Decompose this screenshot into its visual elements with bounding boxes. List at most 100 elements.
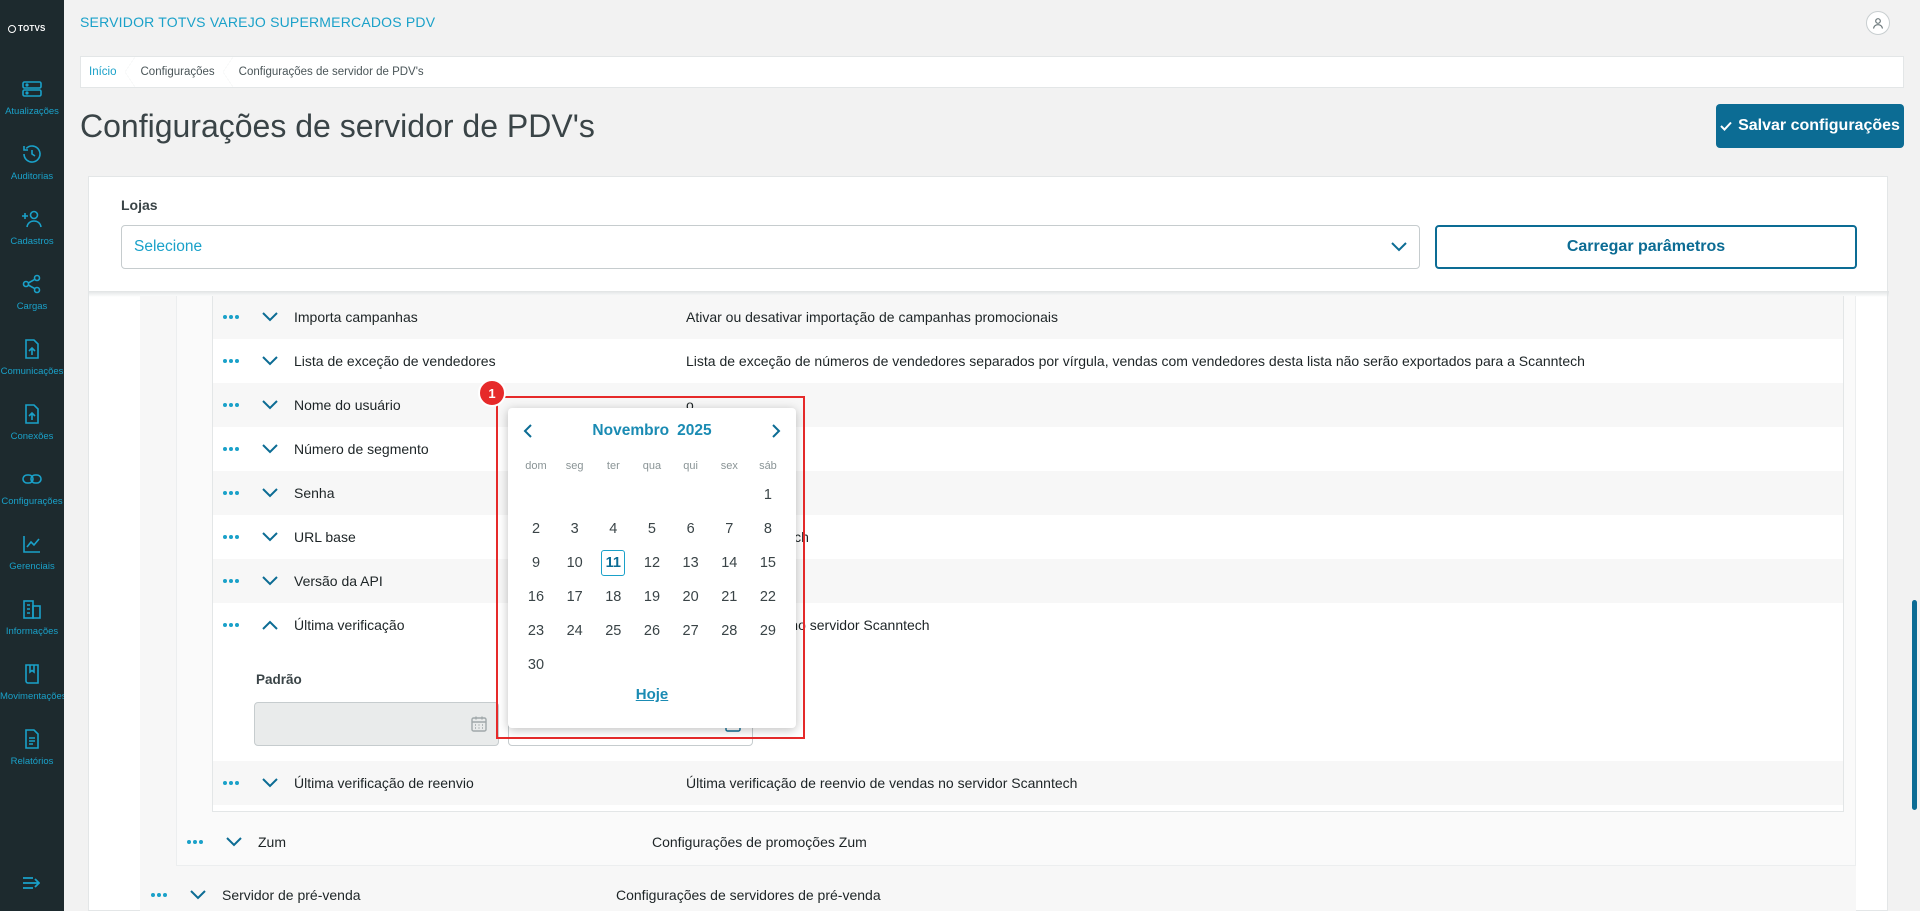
sidebar-item-label: Configurações xyxy=(1,496,63,507)
collapse-menu-icon[interactable] xyxy=(22,876,40,890)
sidebar-item-4[interactable]: Comunicações xyxy=(0,328,64,392)
lojas-select[interactable]: Selecione xyxy=(121,225,1420,269)
calendar-day[interactable]: 15 xyxy=(750,546,786,580)
more-actions-icon[interactable] xyxy=(222,780,262,786)
chevron-down-icon[interactable] xyxy=(262,400,282,410)
sidebar-item-1[interactable]: Auditorias xyxy=(0,133,64,197)
group-description: Configurações de servidores de pré-venda xyxy=(616,887,881,903)
calendar-day[interactable]: 12 xyxy=(634,546,670,580)
calendar-day[interactable]: 19 xyxy=(634,580,670,614)
parameter-name: Lista de exceção de vendedores xyxy=(294,353,496,369)
book-icon xyxy=(21,663,43,685)
calendar-day[interactable]: 29 xyxy=(750,614,786,648)
calendar-day[interactable]: 8 xyxy=(750,512,786,546)
calendar-day[interactable]: 10 xyxy=(557,546,593,580)
calendar-day-today[interactable]: 11 xyxy=(595,546,631,580)
chevron-right-icon[interactable] xyxy=(770,423,782,439)
calendar-day[interactable]: 13 xyxy=(673,546,709,580)
more-actions-icon[interactable] xyxy=(222,534,262,540)
more-actions-icon[interactable] xyxy=(222,490,262,496)
calendar-day[interactable]: 23 xyxy=(518,614,554,648)
weekday-label: sáb xyxy=(759,460,777,472)
chevron-down-icon[interactable] xyxy=(190,890,210,900)
calendar-day[interactable]: 3 xyxy=(557,512,593,546)
check-icon xyxy=(1720,121,1732,131)
chevron-down-icon[interactable] xyxy=(262,576,282,586)
calendar-day[interactable]: 18 xyxy=(595,580,631,614)
breadcrumb-configuracoes[interactable]: Configurações xyxy=(133,57,233,87)
calendar-month[interactable]: Novembro xyxy=(592,422,669,440)
weekday-label: seg xyxy=(565,460,584,472)
save-button[interactable]: Salvar configurações xyxy=(1716,104,1904,148)
calendar-day[interactable]: 4 xyxy=(595,512,631,546)
chevron-down-icon[interactable] xyxy=(262,444,282,454)
calendar-month-year[interactable]: Novembro 2025 xyxy=(592,422,711,440)
calendar-day[interactable]: 1 xyxy=(750,478,786,512)
chevron-left-icon[interactable] xyxy=(522,423,534,439)
weekday-label: qui xyxy=(683,460,698,472)
more-actions-icon[interactable] xyxy=(222,578,262,584)
sidebar-item-6[interactable]: Configurações xyxy=(0,458,64,522)
sidebar-item-label: Auditorias xyxy=(10,171,54,182)
sidebar-item-2[interactable]: Cadastros xyxy=(0,198,64,262)
sidebar-item-label: Cargas xyxy=(16,301,48,312)
more-actions-icon[interactable] xyxy=(150,892,190,898)
calendar-day[interactable]: 14 xyxy=(711,546,747,580)
more-actions-icon[interactable] xyxy=(222,314,262,320)
weekday-label: dom xyxy=(525,460,547,472)
more-actions-icon[interactable] xyxy=(222,358,262,364)
user-icon[interactable] xyxy=(1866,11,1890,35)
calendar-grid: dom seg ter qua qui sex sáb 1 2 3 4 5 6 7 8 9 10 11 12 13 14… xyxy=(518,460,786,682)
calendar-day[interactable]: 6 xyxy=(673,512,709,546)
calendar-year[interactable]: 2025 xyxy=(677,422,711,440)
calendar-day[interactable]: 30 xyxy=(518,648,554,682)
sidebar-item-7[interactable]: Gerenciais xyxy=(0,523,64,587)
link-icon xyxy=(21,468,43,490)
calendar-day[interactable]: 25 xyxy=(595,614,631,648)
sidebar-item-label: Cadastros xyxy=(10,236,54,247)
chevron-down-icon[interactable] xyxy=(262,356,282,366)
chevron-down-icon[interactable] xyxy=(262,778,282,788)
chevron-down-icon[interactable] xyxy=(262,488,282,498)
calendar-day[interactable]: 17 xyxy=(557,580,593,614)
calendar-day[interactable]: 24 xyxy=(557,614,593,648)
scrollbar-thumb[interactable] xyxy=(1912,600,1917,810)
calendar-day[interactable]: 16 xyxy=(518,580,554,614)
sidebar-item-label: Gerenciais xyxy=(9,561,55,572)
calendar-day[interactable]: 7 xyxy=(711,512,747,546)
more-actions-icon[interactable] xyxy=(186,839,226,845)
calendar-day[interactable]: 5 xyxy=(634,512,670,546)
chevron-down-icon[interactable] xyxy=(226,837,246,847)
sidebar-item-5[interactable]: Conexões xyxy=(0,393,64,457)
calendar-day[interactable]: 26 xyxy=(634,614,670,648)
parameter-description: Última verificação de reenvio de vendas … xyxy=(686,775,1078,791)
calendar-day[interactable]: 28 xyxy=(711,614,747,648)
calendar-day[interactable]: 20 xyxy=(673,580,709,614)
today-link[interactable]: Hoje xyxy=(508,686,796,703)
chevron-down-icon[interactable] xyxy=(262,312,282,322)
calendar-day[interactable]: 22 xyxy=(750,580,786,614)
calendar-day[interactable]: 21 xyxy=(711,580,747,614)
calendar-day[interactable]: 2 xyxy=(518,512,554,546)
parameter-name: Importa campanhas xyxy=(294,309,418,325)
sidebar-item-label: Relatórios xyxy=(10,756,54,767)
chevron-down-icon[interactable] xyxy=(262,532,282,542)
sidebar-item-8[interactable]: Informações xyxy=(0,588,64,652)
more-actions-icon[interactable] xyxy=(222,402,262,408)
chevron-down-icon xyxy=(1391,242,1407,252)
calendar-empty-cell xyxy=(557,478,593,512)
save-button-label: Salvar configurações xyxy=(1738,117,1900,134)
breadcrumb-inicio[interactable]: Início xyxy=(81,57,134,87)
sidebar-item-9[interactable]: Movimentações xyxy=(0,653,64,717)
sidebar-item-3[interactable]: Cargas xyxy=(0,263,64,327)
sidebar-item-10[interactable]: Relatórios xyxy=(0,718,64,782)
sidebar-item-0[interactable]: Atualizações xyxy=(0,68,64,132)
carregar-parametros-button[interactable]: Carregar parâmetros xyxy=(1435,225,1857,269)
group-name: Zum xyxy=(258,834,286,850)
calendar-day[interactable]: 27 xyxy=(673,614,709,648)
server-icon xyxy=(21,78,43,100)
more-actions-icon[interactable] xyxy=(222,622,262,628)
chevron-up-icon[interactable] xyxy=(262,620,282,630)
more-actions-icon[interactable] xyxy=(222,446,262,452)
calendar-day[interactable]: 9 xyxy=(518,546,554,580)
